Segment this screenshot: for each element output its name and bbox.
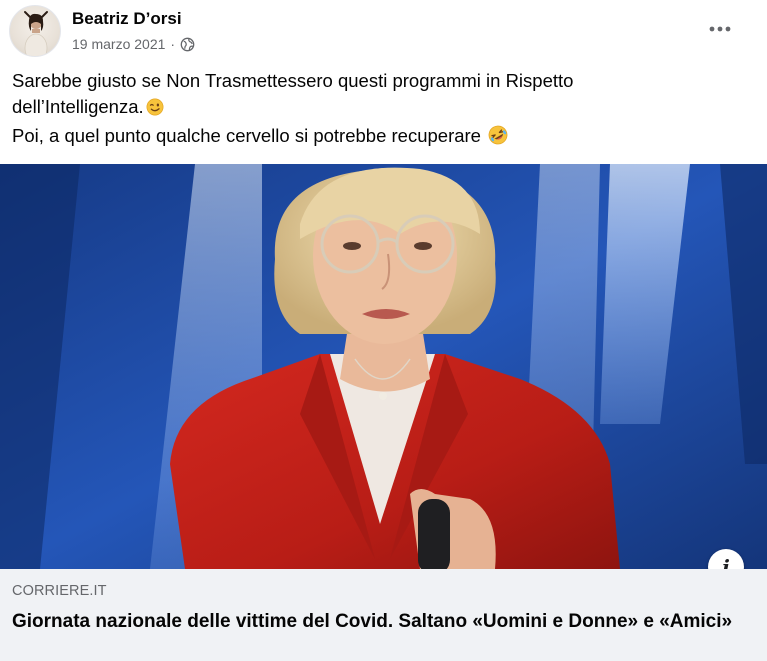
more-horizontal-icon[interactable] (702, 14, 738, 44)
post-meta: 19 marzo 2021 · (72, 36, 195, 52)
link-preview-image[interactable] (0, 164, 767, 569)
post-date[interactable]: 19 marzo 2021 (72, 36, 165, 52)
author-avatar[interactable] (9, 5, 61, 57)
post-text-line: Poi, a quel punto qualche cervello si po… (12, 123, 752, 152)
facebook-post: Beatriz D’orsi 19 marzo 2021 · Sarebbe g… (0, 0, 767, 661)
link-preview-caption[interactable]: CORRIERE.IT Giornata nazionale delle vit… (0, 569, 767, 661)
rolling-on-floor-laughing-emoji (488, 125, 508, 152)
post-text-line-3: Poi, a quel punto qualche cervello si po… (12, 125, 481, 146)
post-text-line-1: Sarebbe giusto se Non Trasmettessero que… (12, 70, 574, 91)
link-domain: CORRIERE.IT (12, 583, 107, 599)
post-text-line-2: dell’Intelligenza. (12, 96, 144, 117)
winking-face-emoji (146, 97, 164, 123)
post-text: Sarebbe giusto se Non Trasmettessero que… (12, 68, 752, 152)
link-title[interactable]: Giornata nazionale delle vittime del Cov… (12, 610, 742, 634)
author-name[interactable]: Beatriz D’orsi (72, 9, 182, 29)
post-header: Beatriz D’orsi 19 marzo 2021 · (0, 0, 767, 62)
post-text-line: Sarebbe giusto se Non Trasmettessero que… (12, 68, 752, 94)
meta-separator: · (170, 36, 176, 52)
post-text-line: dell’Intelligenza. (12, 94, 752, 123)
globe-icon (180, 37, 195, 52)
